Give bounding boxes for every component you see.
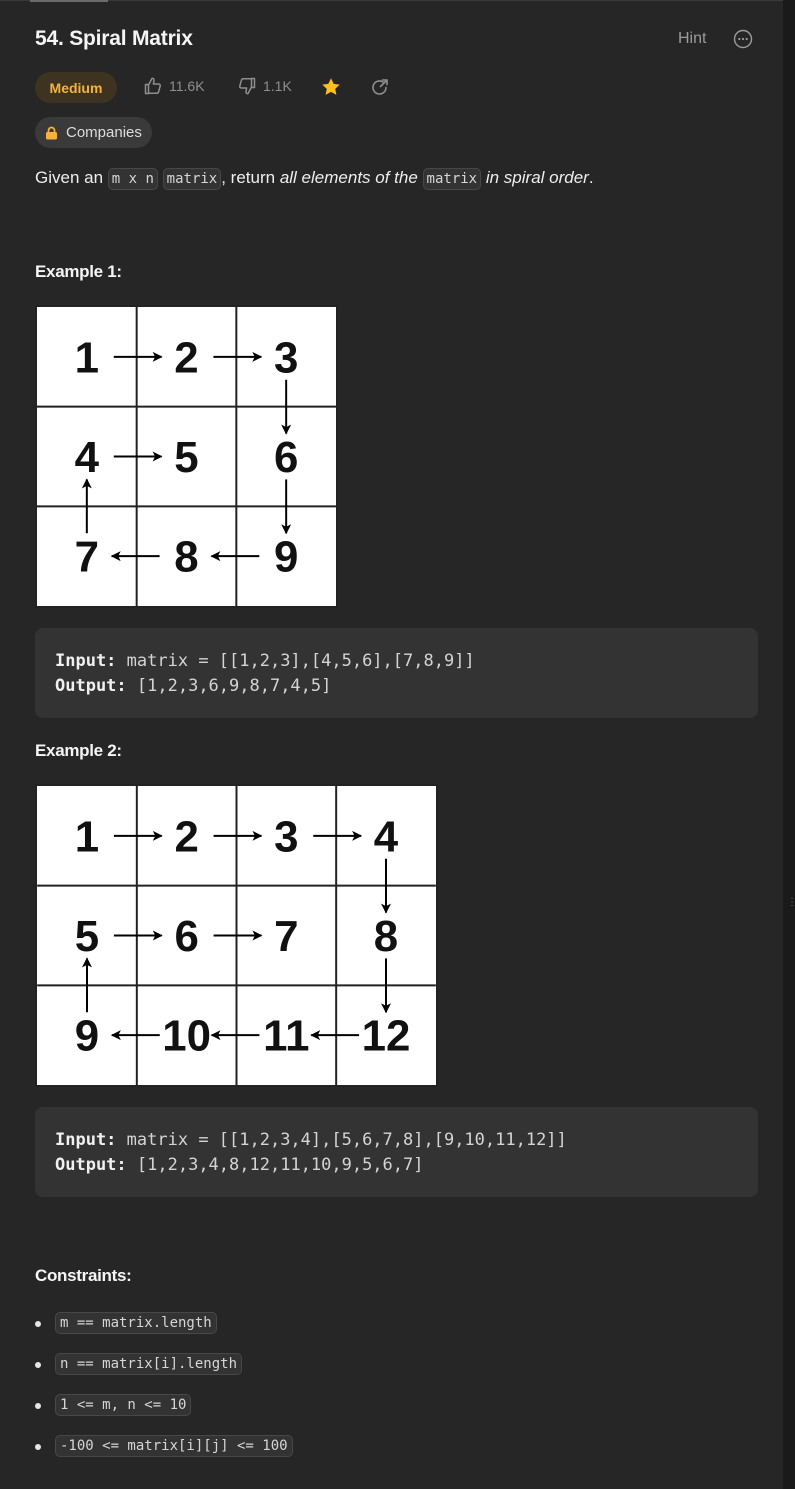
example-1-heading: Example 1:	[35, 262, 122, 281]
list-item: 1 <= m, n <= 10	[35, 1394, 293, 1435]
example-1-image: 1 2 3 4 5 6 7 8 9	[35, 305, 338, 608]
bullet-icon	[35, 1403, 41, 1409]
input-value: matrix = [[1,2,3,4],[5,6,7,8],[9,10,11,1…	[126, 1130, 567, 1150]
list-item: m == matrix.length	[35, 1312, 293, 1353]
matrix-cell-value: 8	[374, 912, 398, 961]
inline-code: m x n	[107, 168, 158, 190]
top-border	[0, 0, 783, 1]
constraint-code: n == matrix[i].length	[55, 1353, 243, 1375]
more-options-icon[interactable]	[733, 29, 753, 49]
desc-emphasis: all elements of the	[279, 168, 418, 187]
output-value: [1,2,3,6,9,8,7,4,5]	[136, 676, 332, 696]
input-value: matrix = [[1,2,3],[4,5,6],[7,8,9]]	[126, 651, 475, 671]
matrix-cell-value: 5	[75, 912, 99, 961]
companies-tag[interactable]: Companies	[35, 117, 152, 148]
star-icon[interactable]	[320, 76, 342, 103]
list-item: n == matrix[i].length	[35, 1353, 293, 1394]
matrix-cell-value: 10	[162, 1012, 211, 1061]
matrix-cell-value: 9	[274, 533, 298, 582]
matrix-cell-value: 6	[274, 433, 298, 482]
matrix-cell-value: 3	[274, 812, 298, 861]
matrix-cell-value: 11	[263, 1012, 309, 1061]
example-1-code: Input: matrix = [[1,2,3],[4,5,6],[7,8,9]…	[35, 628, 758, 718]
thumbs-down-icon	[238, 77, 256, 95]
matrix-cell-value: 7	[274, 912, 298, 961]
like-button[interactable]: 11.6K	[143, 76, 205, 96]
matrix-cell-value: 6	[174, 912, 198, 961]
thumbs-up-icon	[144, 77, 162, 95]
matrix-cell-value: 12	[362, 1012, 411, 1061]
matrix-cell-value: 9	[75, 1012, 99, 1061]
constraint-code: 1 <= m, n <= 10	[55, 1394, 192, 1416]
matrix-cell-value: 4	[374, 812, 399, 861]
bullet-icon	[35, 1362, 41, 1368]
problem-description: Given an m x n matrix, return all elemen…	[35, 168, 594, 190]
companies-label: Companies	[66, 124, 142, 141]
constraints-list: m == matrix.length n == matrix[i].length…	[35, 1312, 293, 1476]
example-2-heading: Example 2:	[35, 741, 122, 760]
panel-splitter[interactable]	[783, 0, 795, 1489]
drag-handle-icon[interactable]: ⋮	[787, 898, 795, 908]
inline-code: matrix	[422, 168, 482, 190]
matrix-cell-value: 1	[75, 333, 99, 382]
active-tab-indicator	[30, 0, 108, 2]
inline-code: matrix	[162, 168, 222, 190]
desc-text: .	[588, 168, 594, 187]
example-2-code: Input: matrix = [[1,2,3,4],[5,6,7,8],[9,…	[35, 1107, 758, 1197]
lock-icon	[46, 126, 57, 139]
matrix-cell-value: 2	[174, 812, 198, 861]
output-label: Output:	[55, 1155, 127, 1175]
list-item: -100 <= matrix[i][j] <= 100	[35, 1435, 293, 1476]
constraint-code: -100 <= matrix[i][j] <= 100	[55, 1435, 293, 1457]
matrix-cell-value: 1	[75, 812, 99, 861]
matrix-cell-value: 5	[174, 433, 198, 482]
matrix-cell-value: 4	[75, 433, 100, 482]
desc-text: , return	[221, 168, 280, 187]
hint-button[interactable]: Hint	[678, 30, 706, 48]
difficulty-badge: Medium	[35, 72, 117, 103]
output-value: [1,2,3,4,8,12,11,10,9,5,6,7]	[136, 1155, 424, 1175]
bullet-icon	[35, 1444, 41, 1450]
constraints-heading: Constraints:	[35, 1266, 132, 1285]
matrix-cell-value: 2	[174, 333, 198, 382]
matrix-cell-value: 3	[274, 333, 298, 382]
bullet-icon	[35, 1321, 41, 1327]
desc-text: Given an	[35, 168, 108, 187]
output-label: Output:	[55, 676, 127, 696]
dislike-button[interactable]: 1.1K	[237, 76, 292, 96]
matrix-cell-value: 7	[75, 533, 99, 582]
example-2-image: 1 2 3 4 5 6 7 8 9 10 11 12	[35, 784, 438, 1087]
dislike-count: 1.1K	[263, 78, 292, 94]
matrix-cell-value: 8	[174, 533, 198, 582]
constraint-code: m == matrix.length	[55, 1312, 217, 1334]
input-label: Input:	[55, 651, 117, 671]
desc-emphasis: in spiral order	[485, 168, 589, 187]
input-label: Input:	[55, 1130, 117, 1150]
share-icon[interactable]	[370, 77, 390, 102]
like-count: 11.6K	[169, 78, 205, 94]
problem-title[interactable]: 54. Spiral Matrix	[35, 27, 193, 51]
